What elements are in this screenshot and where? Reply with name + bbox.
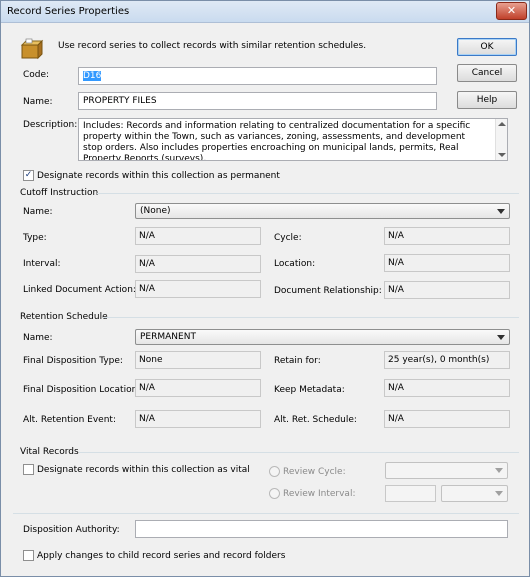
review-interval-radio[interactable] bbox=[269, 488, 280, 499]
header-description: Use record series to collect records wit… bbox=[58, 41, 367, 51]
linked-document-action-label: Linked Document Action: bbox=[23, 285, 136, 295]
description-field[interactable]: Includes: Records and information relati… bbox=[78, 118, 508, 161]
location-label: Location: bbox=[274, 259, 316, 269]
cutoff-group-title: Cutoff Instruction bbox=[20, 188, 99, 198]
chevron-down-icon bbox=[497, 335, 505, 340]
vital-group-line bbox=[79, 452, 519, 453]
apply-children-checkbox[interactable] bbox=[23, 550, 34, 561]
ok-button[interactable]: OK bbox=[457, 38, 517, 56]
review-cycle-label: Review Cycle: bbox=[283, 467, 346, 477]
records-box-icon bbox=[20, 38, 44, 60]
code-value: D16 bbox=[83, 71, 102, 81]
disposition-authority-label: Disposition Authority: bbox=[23, 525, 120, 535]
final-disposition-location-value: N/A bbox=[135, 379, 261, 397]
description-scrollbar[interactable] bbox=[495, 119, 507, 160]
disposition-authority-field[interactable] bbox=[135, 520, 508, 538]
alt-retention-event-value: N/A bbox=[135, 410, 261, 428]
review-interval-number[interactable] bbox=[385, 485, 436, 502]
final-disposition-location-label: Final Disposition Location: bbox=[23, 385, 141, 395]
chevron-down-icon bbox=[495, 468, 503, 473]
retain-for-value: 25 year(s), 0 month(s) bbox=[384, 351, 510, 369]
cutoff-name-value: (None) bbox=[140, 206, 171, 216]
review-cycle-dropdown[interactable] bbox=[385, 462, 508, 479]
vital-checkbox-label: Designate records within this collection… bbox=[37, 465, 250, 475]
linked-document-action-value: N/A bbox=[135, 280, 261, 298]
retention-name-label: Name: bbox=[23, 333, 53, 343]
alt-ret-schedule-value: N/A bbox=[384, 410, 510, 428]
cutoff-name-label: Name: bbox=[23, 207, 53, 217]
retention-name-value: PERMANENT bbox=[140, 332, 196, 342]
interval-value: N/A bbox=[135, 255, 261, 273]
apply-children-label: Apply changes to child record series and… bbox=[37, 551, 286, 561]
document-relationship-value: N/A bbox=[384, 281, 510, 299]
vital-group-bottom-line bbox=[13, 513, 519, 514]
code-field[interactable]: D16 bbox=[78, 67, 437, 85]
retention-group-title: Retention Schedule bbox=[20, 312, 108, 322]
cutoff-group-line bbox=[97, 193, 519, 194]
code-label: Code: bbox=[23, 70, 50, 80]
chevron-down-icon bbox=[495, 491, 503, 496]
type-label: Type: bbox=[23, 233, 47, 243]
chevron-down-icon bbox=[497, 209, 505, 214]
location-value: N/A bbox=[384, 254, 510, 272]
alt-retention-event-label: Alt. Retention Event: bbox=[23, 415, 116, 425]
title-bar[interactable]: Record Series Properties ✕ bbox=[1, 1, 529, 23]
permanent-checkbox-label: Designate records within this collection… bbox=[37, 171, 280, 181]
alt-ret-schedule-label: Alt. Ret. Schedule: bbox=[274, 415, 357, 425]
window-title: Record Series Properties bbox=[7, 6, 130, 17]
final-disposition-type-label: Final Disposition Type: bbox=[23, 356, 123, 366]
keep-metadata-value: N/A bbox=[384, 379, 510, 397]
name-field[interactable]: PROPERTY FILES bbox=[78, 92, 437, 110]
permanent-checkbox[interactable]: ✓ bbox=[23, 170, 34, 181]
record-series-properties-dialog: Record Series Properties ✕ Use record se… bbox=[0, 0, 530, 577]
retention-name-dropdown[interactable]: PERMANENT bbox=[135, 329, 510, 345]
review-interval-label: Review Interval: bbox=[283, 489, 356, 499]
interval-label: Interval: bbox=[23, 259, 61, 269]
help-button[interactable]: Help bbox=[457, 91, 517, 109]
name-label: Name: bbox=[23, 97, 53, 107]
close-button[interactable]: ✕ bbox=[496, 2, 527, 20]
review-interval-unit-dropdown[interactable] bbox=[441, 485, 508, 502]
cancel-button[interactable]: Cancel bbox=[457, 64, 517, 82]
retain-for-label: Retain for: bbox=[274, 356, 321, 366]
cutoff-name-dropdown[interactable]: (None) bbox=[135, 203, 510, 219]
document-relationship-label: Document Relationship: bbox=[274, 286, 382, 296]
type-value: N/A bbox=[135, 227, 261, 245]
description-label: Description: bbox=[23, 120, 78, 130]
cycle-value: N/A bbox=[384, 227, 510, 245]
cycle-label: Cycle: bbox=[274, 233, 302, 243]
retention-group-line bbox=[103, 317, 519, 318]
vital-checkbox[interactable] bbox=[23, 464, 34, 475]
vital-group-title: Vital Records bbox=[20, 447, 79, 457]
keep-metadata-label: Keep Metadata: bbox=[274, 385, 345, 395]
review-cycle-radio[interactable] bbox=[269, 466, 280, 477]
description-text: Includes: Records and information relati… bbox=[83, 121, 471, 161]
final-disposition-type-value: None bbox=[135, 351, 261, 369]
